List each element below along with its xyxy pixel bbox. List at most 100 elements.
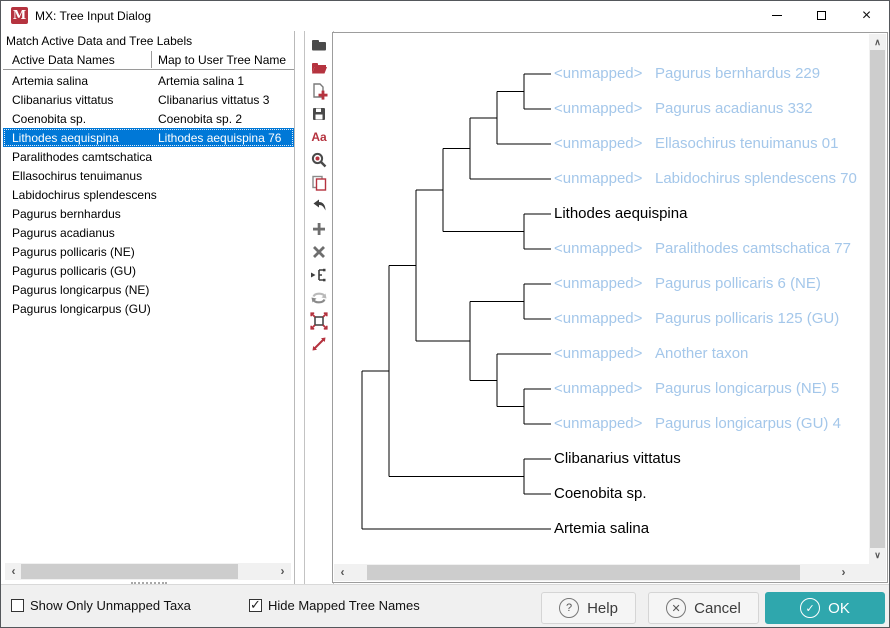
- scroll-down-icon[interactable]: ∨: [869, 547, 886, 564]
- scroll-left-icon[interactable]: ‹: [5, 563, 22, 580]
- save-button[interactable]: [309, 105, 329, 123]
- maximize-button[interactable]: [799, 1, 844, 30]
- table-row[interactable]: Pagurus pollicaris (GU): [3, 261, 294, 280]
- tree-canvas: <unmapped>Pagurus bernhardus 229<unmappe…: [334, 34, 867, 563]
- maximize-icon: [817, 11, 826, 20]
- scrollbar-thumb[interactable]: [21, 564, 238, 579]
- hide-mapped-checkbox[interactable]: ✓ Hide Mapped Tree Names: [249, 598, 420, 613]
- unmapped-taxon-name: Pagurus longicarpus (NE) 5: [655, 380, 839, 398]
- tree-horizontal-scrollbar[interactable]: ‹ ›: [334, 564, 852, 581]
- help-button-label: Help: [587, 600, 618, 617]
- tree-leaf-label[interactable]: Coenobita sp.: [554, 485, 647, 503]
- undo-button[interactable]: [309, 197, 329, 215]
- unmapped-tag: <unmapped>: [554, 345, 642, 363]
- scrollbar-corner: [852, 564, 886, 581]
- footer-bar: ✓ Show Only Unmapped Taxa ✓ Hide Mapped …: [1, 584, 889, 628]
- open-folder-button[interactable]: [309, 59, 329, 77]
- diagonal-resize-icon: [310, 335, 328, 353]
- table-row[interactable]: Lithodes aequispinaLithodes aequispina 7…: [3, 128, 294, 147]
- help-button[interactable]: ? Help: [541, 592, 636, 624]
- tree-leaf-label[interactable]: <unmapped>Pagurus longicarpus (GU) 4: [554, 415, 854, 433]
- close-icon: ×: [862, 8, 871, 24]
- table-row[interactable]: Artemia salinaArtemia salina 1: [3, 71, 294, 90]
- scroll-up-icon[interactable]: ∧: [869, 34, 886, 51]
- column-header-tree-name: Map to User Tree Name: [158, 53, 286, 67]
- unmapped-tag: <unmapped>: [554, 135, 642, 153]
- column-header-active-data: Active Data Names: [12, 53, 115, 67]
- checkbox-icon[interactable]: ✓: [11, 599, 24, 612]
- tree-leaf-label[interactable]: <unmapped>Pagurus pollicaris 6 (NE): [554, 275, 854, 293]
- unmapped-taxon-name: Labidochirus splendescens 70: [655, 170, 857, 188]
- checkbox-label: Show Only Unmapped Taxa: [30, 598, 191, 613]
- tree-leaf-label[interactable]: <unmapped>Labidochirus splendescens 70: [554, 170, 854, 188]
- tree-leaf-label[interactable]: <unmapped> Another taxon: [554, 345, 854, 363]
- table-row[interactable]: Clibanarius vittatusClibanarius vittatus…: [3, 90, 294, 109]
- open-file-button[interactable]: [309, 36, 329, 54]
- table-row[interactable]: Coenobita sp.Coenobita sp. 2: [3, 109, 294, 128]
- unmapped-tag: <unmapped>: [554, 65, 642, 83]
- swap-button[interactable]: [309, 289, 329, 307]
- cancel-button-label: Cancel: [694, 600, 741, 617]
- unmapped-tag: <unmapped>: [554, 310, 642, 328]
- tree-leaf-label[interactable]: <unmapped>Paralithodes camtschatica 77: [554, 240, 854, 258]
- tree-leaf-label[interactable]: <unmapped>Pagurus longicarpus (NE) 5: [554, 380, 854, 398]
- mapped-taxon-name: Coenobita sp.: [554, 485, 647, 502]
- close-button[interactable]: ×: [844, 1, 889, 30]
- table-row[interactable]: Pagurus longicarpus (GU): [3, 299, 294, 318]
- table-header: Active Data Names Map to User Tree Name: [3, 49, 294, 70]
- table-row[interactable]: Ellasochirus tenuimanus: [3, 166, 294, 185]
- table-row[interactable]: Pagurus pollicaris (NE): [3, 242, 294, 261]
- table-row[interactable]: Pagurus longicarpus (NE): [3, 280, 294, 299]
- folder-icon: [310, 36, 328, 54]
- show-only-unmapped-checkbox[interactable]: ✓ Show Only Unmapped Taxa: [11, 598, 191, 613]
- table-row[interactable]: Paralithodes camtschatica: [3, 147, 294, 166]
- scrollbar-thumb[interactable]: [367, 565, 800, 580]
- scroll-right-icon[interactable]: ›: [274, 563, 291, 580]
- document-plus-icon: [310, 82, 328, 100]
- table-row[interactable]: Labidochirus splendescens: [3, 185, 294, 204]
- scrollbar-thumb[interactable]: [870, 50, 885, 548]
- subtree-button[interactable]: [309, 266, 329, 284]
- swap-arrows-icon: [310, 289, 328, 307]
- tree-vertical-scrollbar[interactable]: ∧ ∨: [869, 34, 886, 564]
- tree-leaf-label[interactable]: Lithodes aequispina: [554, 205, 687, 223]
- cancel-button[interactable]: ✕ Cancel: [648, 592, 759, 624]
- unmapped-taxon-name: Pagurus longicarpus (GU) 4: [655, 415, 841, 433]
- scroll-right-icon[interactable]: ›: [835, 564, 852, 581]
- font-size-button[interactable]: Aa: [309, 128, 329, 146]
- unmapped-tag: <unmapped>: [554, 100, 642, 118]
- unmapped-taxon-name: Pagurus pollicaris 6 (NE): [655, 275, 821, 293]
- delete-button[interactable]: [309, 243, 329, 261]
- table-row[interactable]: Pagurus acadianus: [3, 223, 294, 242]
- tree-leaf-label[interactable]: <unmapped> Pagurus bernhardus 229: [554, 65, 854, 83]
- font-size-icon: Aa: [311, 130, 326, 144]
- tree-leaf-label[interactable]: <unmapped>Ellasochirus tenuimanus 01: [554, 135, 854, 153]
- add-button[interactable]: [309, 220, 329, 238]
- minimize-button[interactable]: [754, 1, 799, 30]
- x-icon: [310, 243, 328, 261]
- unmapped-taxon-name: Pagurus acadianus 332: [655, 100, 813, 118]
- copy-icon: [310, 174, 328, 192]
- tree-leaf-label[interactable]: Clibanarius vittatus: [554, 450, 681, 468]
- title-bar: M MX: Tree Input Dialog ×: [1, 1, 889, 31]
- left-horizontal-scrollbar[interactable]: ‹ ›: [5, 563, 291, 580]
- table-row[interactable]: Pagurus bernhardus: [3, 204, 294, 223]
- window-title: MX: Tree Input Dialog: [35, 9, 151, 23]
- scroll-left-icon[interactable]: ‹: [334, 564, 351, 581]
- zoom-button[interactable]: [309, 151, 329, 169]
- tree-leaf-label[interactable]: Artemia salina: [554, 520, 649, 538]
- undo-arrow-icon: [310, 197, 328, 215]
- copy-button[interactable]: [309, 174, 329, 192]
- subtree-icon: [310, 266, 328, 284]
- ok-button[interactable]: ✓ OK: [765, 592, 885, 624]
- checkbox-icon[interactable]: ✓: [249, 599, 262, 612]
- resize-button[interactable]: [309, 335, 329, 353]
- fit-view-button[interactable]: [309, 312, 329, 330]
- plus-icon: [310, 220, 328, 238]
- unmapped-taxon-name: Pagurus bernhardus 229: [655, 65, 820, 83]
- open-folder-icon: [310, 59, 328, 77]
- unmapped-taxon-name: Another taxon: [655, 345, 748, 363]
- tree-leaf-label[interactable]: <unmapped> Pagurus acadianus 332: [554, 100, 854, 118]
- tree-leaf-label[interactable]: <unmapped>Pagurus pollicaris 125 (GU): [554, 310, 854, 328]
- new-document-button[interactable]: [309, 82, 329, 100]
